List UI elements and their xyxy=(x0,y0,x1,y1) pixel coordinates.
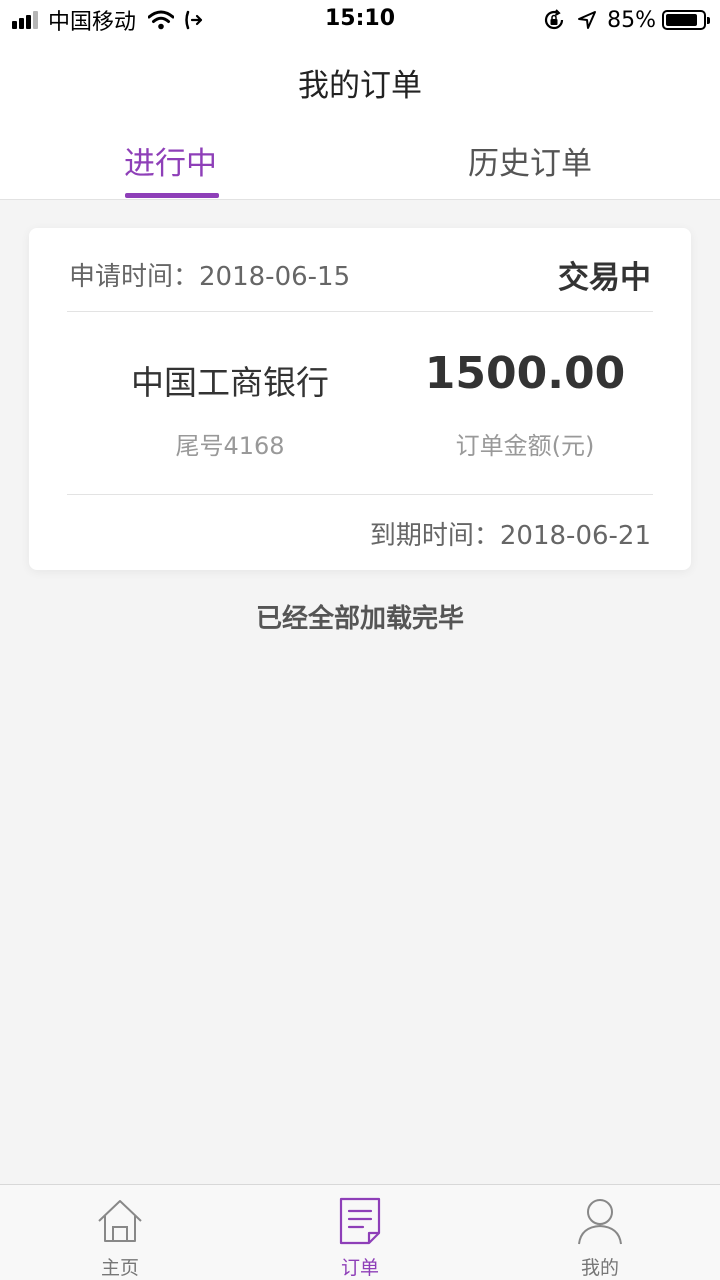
home-icon xyxy=(98,1200,142,1242)
status-bar: 中国移动 15:10 85% xyxy=(0,0,720,40)
order-icon xyxy=(339,1197,381,1245)
apply-time: 申请时间：2018-06-15 xyxy=(69,256,350,293)
location-arrow-icon xyxy=(578,11,597,29)
battery-level xyxy=(666,14,697,26)
tabbar-item-profile[interactable]: 我的 xyxy=(480,1185,720,1280)
due-time: 到期时间：2018-06-21 xyxy=(370,515,651,552)
tabbar-item-home[interactable]: 主页 xyxy=(0,1185,240,1280)
due-time-label: 到期时间： xyxy=(369,521,500,551)
order-card-header: 申请时间：2018-06-15 交易中 xyxy=(67,228,653,312)
tab-history-orders[interactable]: 历史订单 xyxy=(468,138,592,183)
active-tab-indicator xyxy=(125,193,219,198)
rotation-lock-icon xyxy=(545,9,564,30)
bottom-tab-bar: 主页 订单 我的 xyxy=(0,1184,720,1280)
status-right: 85% xyxy=(543,6,710,34)
apply-time-label: 申请时间： xyxy=(69,262,200,292)
battery-tip xyxy=(707,17,710,24)
tabbar-label-profile: 我的 xyxy=(580,1257,619,1279)
due-time-value: 2018-06-21 xyxy=(499,521,651,551)
page-title: 我的订单 xyxy=(298,68,422,104)
battery-icon xyxy=(662,10,710,30)
list-end-message: 已经全部加载完毕 xyxy=(255,604,464,634)
order-tabs: 进行中 历史订单 xyxy=(0,124,720,200)
apply-time-value: 2018-06-15 xyxy=(199,262,351,292)
card-divider xyxy=(67,494,653,495)
order-amount: 1500.00 xyxy=(424,348,626,399)
tabbar-item-orders[interactable]: 订单 xyxy=(240,1185,480,1280)
tabbar-label-orders: 订单 xyxy=(340,1257,379,1279)
order-status: 交易中 xyxy=(558,260,651,296)
profile-icon xyxy=(578,1199,622,1245)
order-amount-label: 订单金额(元) xyxy=(455,432,595,460)
tabbar-label-home: 主页 xyxy=(100,1257,139,1279)
battery-percent: 85% xyxy=(607,7,656,33)
nav-bar: 我的订单 xyxy=(0,40,720,124)
screen: 中国移动 15:10 85% 我的订单 进行中 历史订单 申请时间：2018-0… xyxy=(0,0,720,1280)
order-card[interactable]: 申请时间：2018-06-15 交易中 中国工商银行 尾号4168 1500.0… xyxy=(29,228,691,570)
tab-in-progress[interactable]: 进行中 xyxy=(124,138,217,183)
